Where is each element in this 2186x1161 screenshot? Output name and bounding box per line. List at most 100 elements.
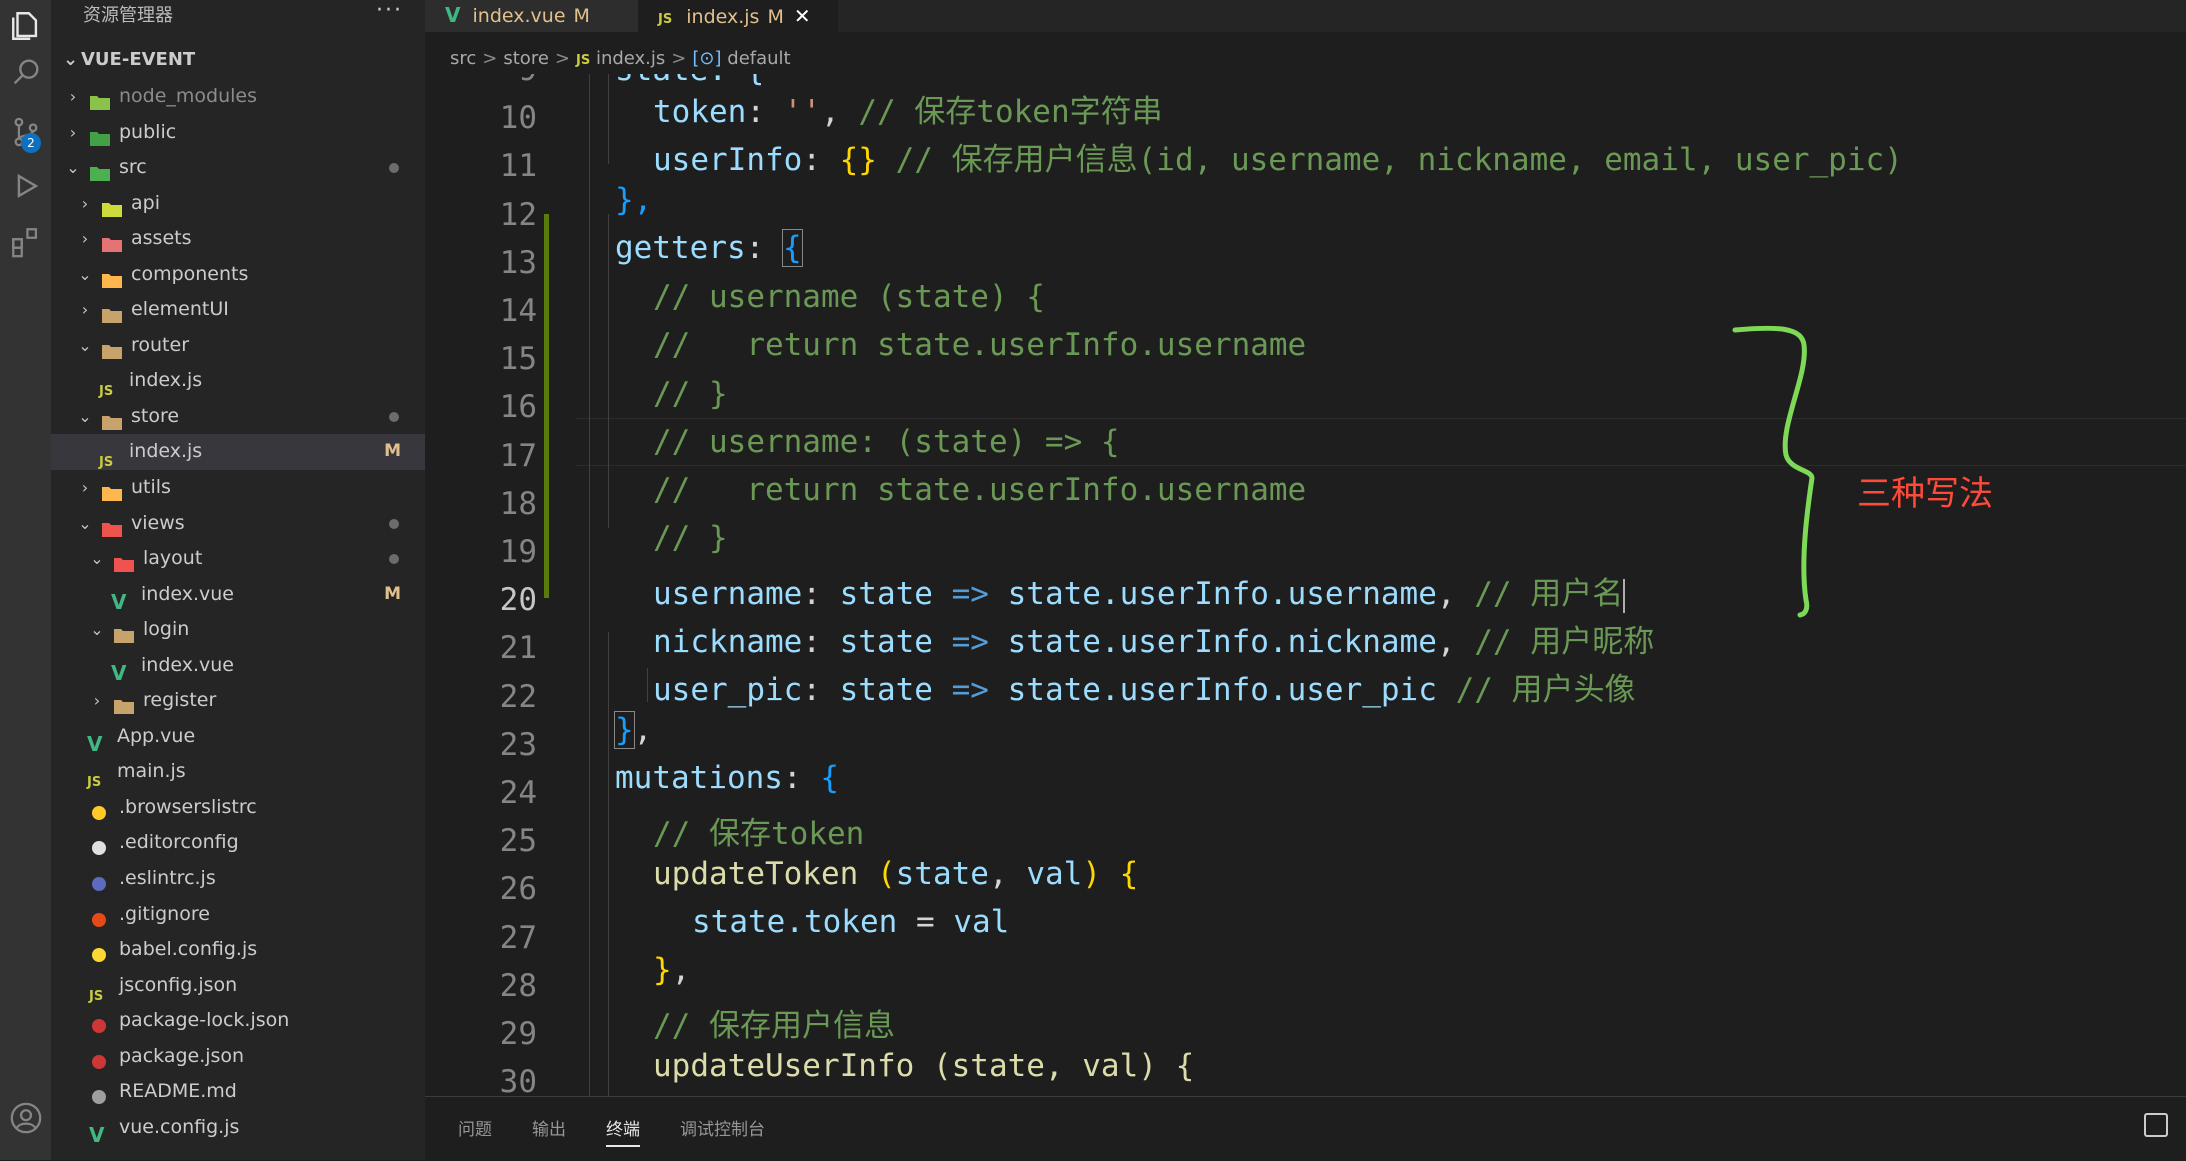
chevron-down-icon: ⌄: [78, 335, 92, 355]
code-text: state: [839, 576, 933, 612]
tree-file[interactable]: package.json: [51, 1039, 425, 1075]
modified-mark: M: [573, 5, 590, 27]
tab-output[interactable]: 输出: [532, 1115, 566, 1145]
breadcrumb-src[interactable]: src: [450, 48, 476, 69]
tree-item-label: store: [131, 404, 180, 427]
code-line: // }: [653, 520, 728, 556]
code-text: nickname: [653, 624, 803, 660]
tree-folder[interactable]: › api: [51, 186, 425, 222]
folder-icon: [113, 550, 135, 573]
tree-item-label: public: [119, 120, 177, 143]
tree-folder[interactable]: › public: [51, 115, 425, 151]
line-number: 10: [499, 100, 537, 137]
bottom-panel: 问题 输出 终端 调试控制台: [425, 1096, 2186, 1161]
tree-file[interactable]: .browserslistrc: [51, 790, 425, 826]
tree-folder[interactable]: › elementUI: [51, 292, 425, 328]
line-number: 19: [499, 534, 537, 570]
vue-file-icon: V: [111, 660, 127, 685]
modified-mark: M: [767, 6, 784, 28]
tree-folder[interactable]: ⌄ login: [51, 612, 425, 648]
code-text: getters: [615, 230, 746, 266]
explorer-icon[interactable]: [0, 0, 51, 51]
npm-icon: [89, 1012, 111, 1034]
tree-folder[interactable]: ⌄ layout: [51, 541, 425, 577]
browserslist-icon: [89, 799, 111, 820]
run-debug-icon[interactable]: [0, 160, 51, 211]
editor-tabs: V index.vue M JS index.js M ✕: [425, 0, 2186, 32]
code-line: // 保存用户信息: [653, 1008, 895, 1044]
folder-icon: [89, 124, 111, 146]
tree-file[interactable]: V App.vue: [51, 719, 425, 755]
code-text: userInfo: [653, 142, 803, 178]
indent-guide: [608, 632, 609, 1096]
tree-item-label: README.md: [119, 1080, 237, 1103]
line-number: 23: [499, 726, 537, 763]
tree-folder[interactable]: ⌄ router: [51, 328, 425, 364]
code-text: state: [895, 856, 989, 892]
tree-file[interactable]: JS index.js M: [51, 434, 425, 470]
tree-folder[interactable]: › utils: [51, 470, 425, 506]
tree-file[interactable]: .eslintrc.js: [51, 861, 425, 897]
tree-file[interactable]: .gitignore: [51, 897, 425, 933]
code-line: state.token = val: [692, 904, 1010, 940]
chevron-down-icon: ⌄: [78, 264, 92, 284]
tree-file[interactable]: Vindex.vue M: [51, 577, 425, 613]
vue-file-icon: V: [111, 589, 127, 614]
tree-folder[interactable]: ⌄ views: [51, 506, 425, 542]
tree-item-label: package.json: [119, 1044, 245, 1067]
tab-terminal[interactable]: 终端: [606, 1115, 640, 1147]
code-editor[interactable]: 9 10 11 12 13 14 15 16 17 18 19 20 21 22 23 24 25 26 27 28 2…: [425, 74, 2186, 1096]
scm-badge: 2: [21, 133, 41, 153]
search-icon[interactable]: [0, 46, 51, 97]
more-actions-button[interactable]: ···: [376, 0, 403, 28]
breadcrumb-store[interactable]: store: [503, 48, 549, 69]
code-line: nickname: state => state.userInfo.nickna…: [653, 624, 1655, 660]
tree-file[interactable]: Vindex.vue: [51, 648, 425, 684]
gutter-modified-marker: [544, 214, 549, 598]
line-number: 13: [499, 244, 537, 281]
tab-index-js[interactable]: JS index.js M ✕: [638, 0, 838, 32]
tree-file[interactable]: Vvue.config.js: [51, 1110, 425, 1146]
tree-folder[interactable]: › register: [51, 683, 425, 719]
explorer-panel: 资源管理器 ··· ⌄ VUE-EVENT › node_modules › publi…: [51, 0, 425, 1160]
tree-file[interactable]: README.md: [51, 1074, 425, 1110]
breadcrumb-symbol[interactable]: default: [727, 48, 790, 69]
folder-icon: [101, 479, 123, 502]
chevron-down-icon: ⌄: [66, 158, 80, 178]
close-icon[interactable]: ✕: [794, 4, 811, 28]
extensions-icon[interactable]: [0, 216, 51, 267]
breadcrumb-file[interactable]: index.js: [596, 48, 665, 69]
tab-index-vue[interactable]: V index.vue M: [425, 0, 638, 32]
tree-folder[interactable]: ⌄ store: [51, 399, 425, 435]
source-control-icon[interactable]: 2: [0, 106, 51, 157]
tree-folder[interactable]: › node_modules: [51, 79, 425, 115]
tree-file[interactable]: babel.config.js: [51, 932, 425, 968]
vue-file-icon: V: [87, 731, 103, 756]
chevron-down-icon: ⌄: [90, 549, 104, 569]
tree-folder[interactable]: ⌄ src: [51, 150, 425, 186]
npm-icon: [89, 1048, 111, 1069]
project-folder[interactable]: ⌄ VUE-EVENT: [63, 46, 195, 74]
line-number: 9: [425, 74, 537, 88]
tab-problems[interactable]: 问题: [458, 1115, 492, 1145]
tree-item-label: .gitignore: [119, 902, 210, 925]
code-line: // }: [653, 376, 728, 412]
tree-file[interactable]: JS jsconfig.json: [51, 968, 425, 1004]
tree-file[interactable]: JS main.js: [51, 754, 425, 790]
code-line: token: '', // 保存token字符串: [653, 94, 1163, 130]
tree-file[interactable]: .editorconfig: [51, 825, 425, 861]
tree-file[interactable]: JS index.js: [51, 363, 425, 399]
tree-folder[interactable]: ⌄ components: [51, 257, 425, 293]
tree-item-label: router: [131, 333, 190, 356]
code-text: state: [839, 672, 933, 708]
line-number: 21: [499, 630, 537, 667]
tab-debug-console[interactable]: 调试控制台: [680, 1115, 765, 1145]
code-line: userInfo: {} // 保存用户信息(id, username, nic…: [653, 142, 1903, 178]
tree-item-label: src: [119, 156, 147, 179]
tree-folder[interactable]: › assets: [51, 221, 425, 257]
tab-label: index.vue: [472, 5, 566, 27]
tree-file[interactable]: package-lock.json: [51, 1003, 425, 1039]
activity-bar: 2: [0, 0, 51, 1160]
account-icon[interactable]: [0, 1092, 51, 1143]
terminal-icon[interactable]: [2144, 1113, 2168, 1137]
